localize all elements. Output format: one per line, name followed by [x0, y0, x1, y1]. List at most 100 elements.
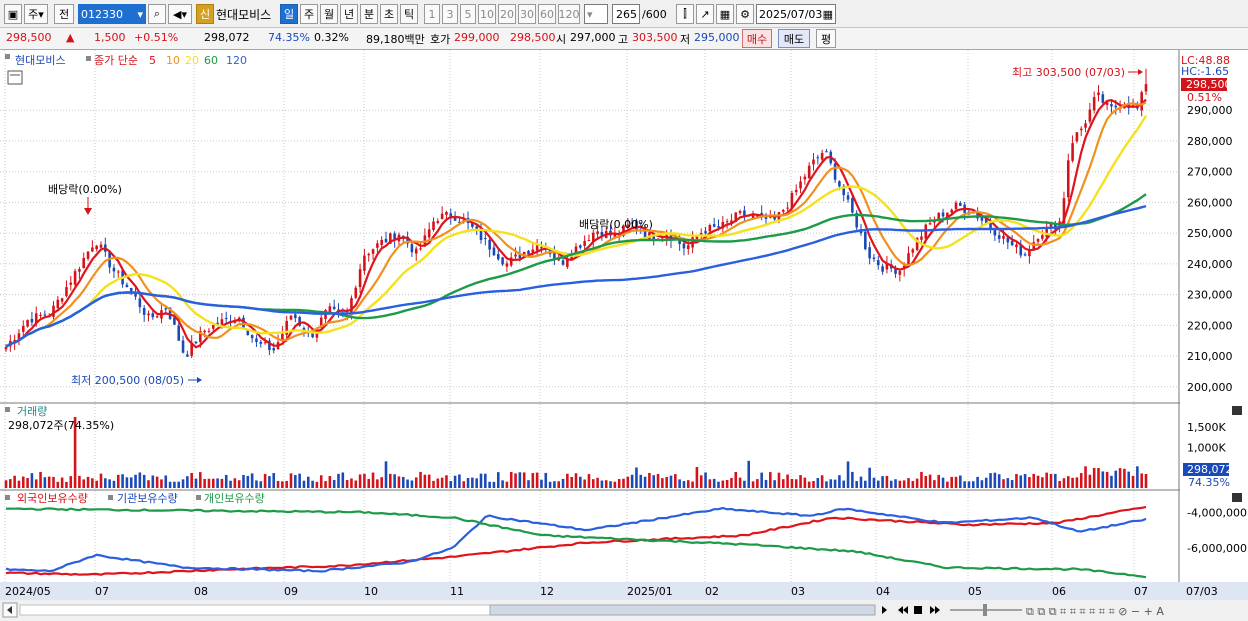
window-icon[interactable]: ▣ — [4, 4, 22, 24]
volume-bar — [423, 474, 427, 488]
volume-bar — [725, 479, 729, 488]
volume-bar — [324, 481, 327, 488]
tab-daily[interactable]: 일 — [280, 4, 298, 24]
volume-bar — [769, 472, 772, 488]
dividend-annotation-1: 배당락(0.00%) — [48, 183, 122, 196]
candle-body — [39, 314, 42, 316]
candle-body — [898, 271, 902, 275]
interval-dropdown[interactable]: ▾ — [584, 4, 608, 24]
price-y-tick: 280,000 — [1187, 135, 1233, 148]
speaker-icon[interactable]: ◀▾ — [168, 4, 192, 24]
candle-body — [846, 195, 850, 200]
volume-bar — [613, 481, 617, 488]
candle-body — [95, 245, 98, 250]
min-20[interactable]: 20 — [498, 4, 516, 24]
volume-bar — [401, 476, 405, 488]
volume-bar — [78, 475, 81, 488]
volume-bar — [91, 478, 94, 488]
market-select[interactable]: 주 ▾ — [24, 4, 48, 24]
volume-bar — [43, 477, 47, 488]
code-input[interactable]: 012330 ▾ — [78, 4, 146, 24]
candle-type-icon[interactable]: ⫿ — [676, 4, 694, 24]
volume-y-tick: 1,500K — [1187, 421, 1226, 434]
volume-bar — [786, 474, 789, 488]
draw-tool-icon[interactable]: ↗ — [696, 4, 714, 24]
scroll-thumb[interactable] — [489, 604, 876, 616]
volume-bar — [980, 480, 984, 488]
min-10[interactable]: 10 — [478, 4, 496, 24]
volume-bar — [224, 474, 228, 488]
price-y-tick: 260,000 — [1187, 196, 1233, 209]
min-5[interactable]: 5 — [460, 4, 476, 24]
tab-tick[interactable]: 틱 — [400, 4, 418, 24]
volume-bar — [186, 476, 189, 488]
volume-bar — [142, 474, 146, 488]
candle-body — [186, 354, 189, 357]
volume-bar — [1015, 474, 1018, 488]
high-annotation: 최고 303,500 (07/03) — [1012, 66, 1125, 79]
volume-bar — [911, 481, 915, 488]
tab-second[interactable]: 초 — [380, 4, 398, 24]
volume-bar — [816, 478, 820, 488]
candle-body — [73, 271, 77, 285]
candle-body — [786, 207, 789, 209]
volume-bar — [652, 475, 656, 488]
zoom-slider-handle[interactable] — [983, 604, 987, 616]
volume-bar — [376, 479, 379, 488]
stock-chart[interactable]: 290,000 280,000 270,000 260,000 250,000 240,0… — [0, 50, 1248, 621]
min-60[interactable]: 60 — [538, 4, 556, 24]
volume-bar — [268, 476, 271, 488]
volume-bar — [820, 475, 824, 488]
tab-weekly[interactable]: 주 — [300, 4, 318, 24]
buy-button[interactable]: 매수 — [742, 29, 772, 48]
volume-bar — [207, 478, 211, 488]
volume-bar — [971, 481, 975, 488]
search-icon[interactable]: ⌕ — [148, 4, 166, 24]
calculator-icon[interactable] — [7, 70, 23, 85]
price-y-tick: 250,000 — [1187, 227, 1233, 240]
toolbar-icons-strip[interactable]: ⧉ ⧉ ⧉ ⌗ ⌗ ⌗ ⌗ ⌗ ⌗ ⊘ − + A — [1026, 605, 1164, 618]
volume-bar — [160, 479, 163, 488]
scroll-track[interactable] — [19, 604, 491, 616]
sell-button[interactable]: 매도 — [778, 29, 810, 48]
even-button[interactable]: 평 — [816, 29, 836, 48]
volume-bar — [328, 476, 332, 488]
volume-close-icon[interactable] — [1232, 406, 1242, 415]
date-input[interactable]: 2025/07/03 ▦ — [756, 4, 836, 24]
candle-body — [281, 333, 284, 340]
min-3[interactable]: 3 — [442, 4, 458, 24]
min-1[interactable]: 1 — [424, 4, 440, 24]
candle-body — [954, 202, 958, 210]
volume-bar — [1019, 475, 1023, 488]
volume-bar — [116, 474, 120, 488]
volume-y-tick: 1,000K — [1187, 441, 1226, 454]
volume-bar — [967, 481, 971, 488]
candle-body — [436, 221, 440, 223]
min-120[interactable]: 120 — [558, 4, 580, 24]
indicator-icon[interactable]: ▦ — [716, 4, 734, 24]
candle-body — [151, 313, 155, 318]
prev-button[interactable]: 전 — [54, 4, 74, 24]
volume-bar — [773, 480, 776, 488]
tab-monthly[interactable]: 월 — [320, 4, 338, 24]
volume-bar — [838, 475, 841, 488]
candle-body — [1084, 123, 1087, 128]
x-axis-label: 07 — [95, 585, 109, 598]
candle-body — [803, 176, 807, 180]
x-axis-label: 04 — [876, 585, 890, 598]
tab-minute[interactable]: 분 — [360, 4, 378, 24]
tab-yearly[interactable]: 년 — [340, 4, 358, 24]
volume-bar — [1140, 473, 1143, 488]
volume-bar — [915, 478, 919, 488]
volume-bar — [738, 477, 742, 488]
count-input[interactable]: 265 — [612, 4, 640, 24]
calendar-icon[interactable]: ▦ — [823, 8, 833, 21]
x-axis-label: 12 — [540, 585, 554, 598]
price-change: 1,500 — [94, 31, 126, 44]
stop-icon[interactable] — [914, 606, 922, 614]
holding-close-icon[interactable] — [1232, 493, 1242, 502]
volume-bar — [194, 478, 198, 488]
gear-icon[interactable]: ⚙ — [736, 4, 754, 24]
min-30[interactable]: 30 — [518, 4, 536, 24]
candle-body — [289, 315, 293, 320]
